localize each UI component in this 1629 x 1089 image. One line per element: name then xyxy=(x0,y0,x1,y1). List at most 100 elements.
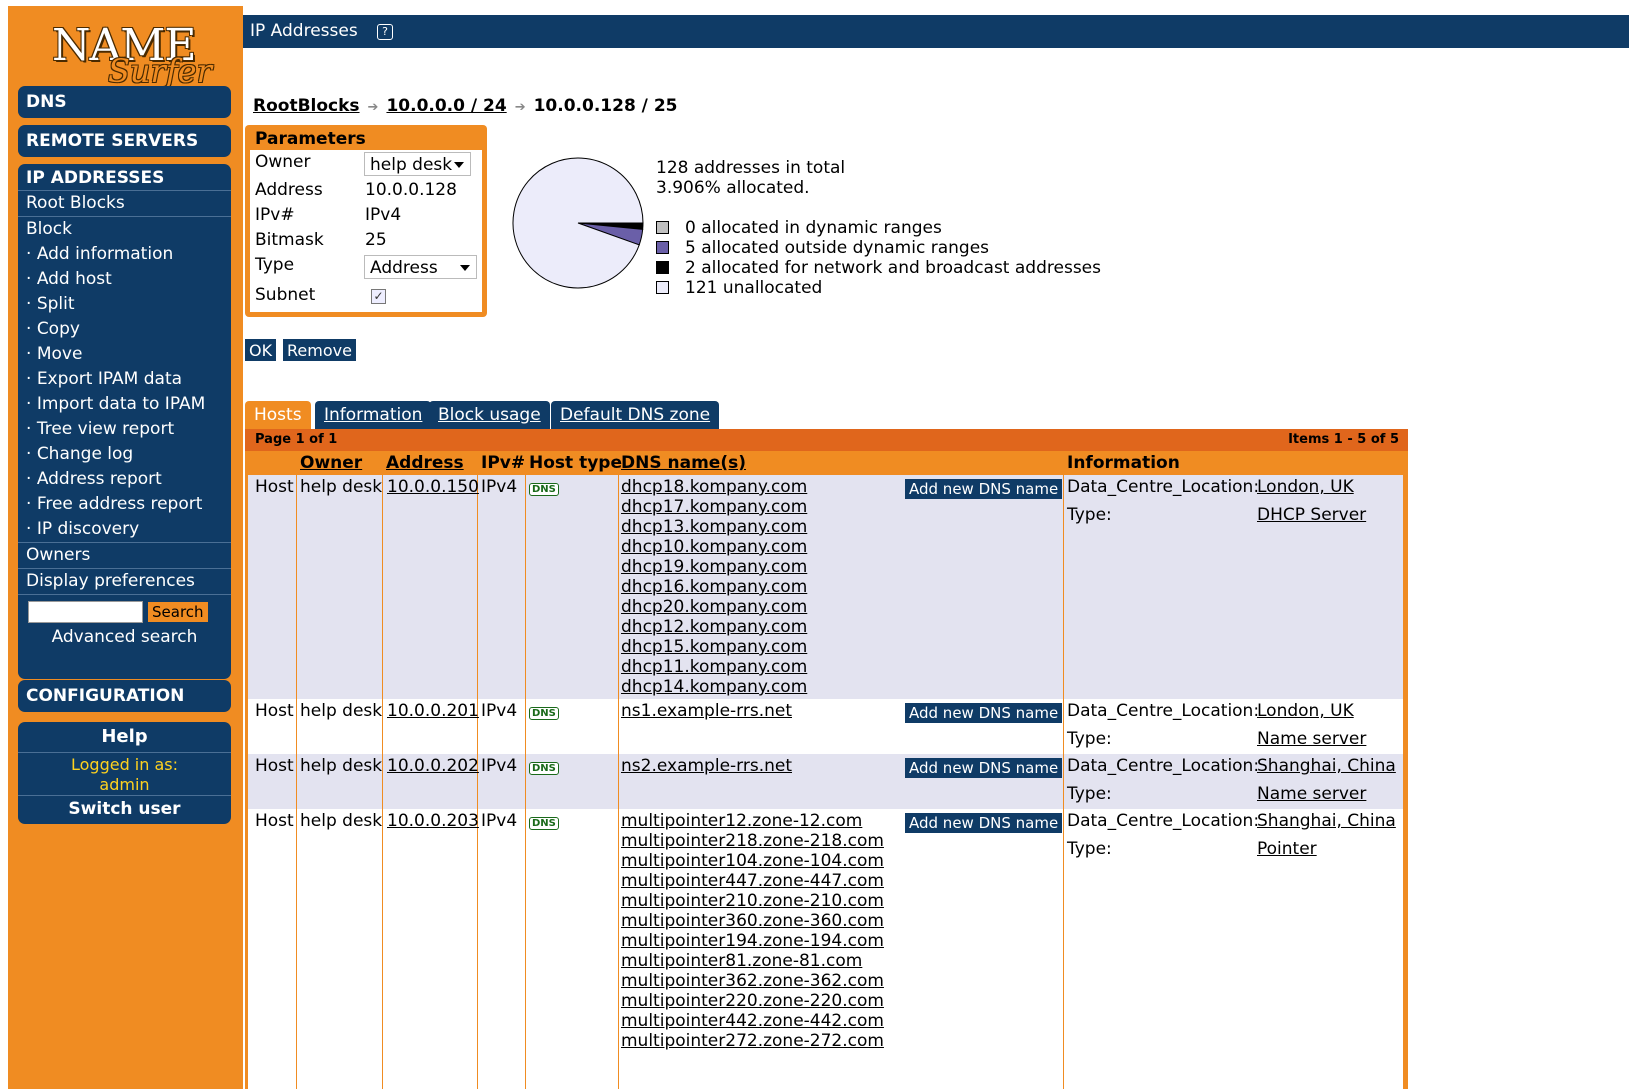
sidebar-subitem-export-ipam-data[interactable]: Export IPAM data xyxy=(18,367,231,392)
info-value-link[interactable]: DHCP Server xyxy=(1257,505,1366,525)
sidebar-subitem-change-log[interactable]: Change log xyxy=(18,442,231,467)
sidebar-item-display-preferences[interactable]: Display preferences xyxy=(18,568,231,594)
sidebar-subitem-add-information[interactable]: Add information xyxy=(18,242,231,267)
column-header-owner[interactable]: Owner xyxy=(300,451,362,475)
column-divider xyxy=(296,699,297,754)
dns-name-link[interactable]: dhcp10.kompany.com xyxy=(621,537,807,557)
remove-button[interactable]: Remove xyxy=(283,339,356,361)
help-link[interactable]: Help xyxy=(18,722,231,753)
host-ipv: IPv4 xyxy=(481,701,518,721)
dns-name-link[interactable]: dhcp15.kompany.com xyxy=(621,637,807,657)
sidebar-item-owners[interactable]: Owners xyxy=(18,542,231,568)
breadcrumb-parent-block[interactable]: 10.0.0.0 / 24 xyxy=(386,96,506,116)
owner-select-value: help desk xyxy=(370,155,453,175)
add-dns-name-button[interactable]: Add new DNS name xyxy=(905,758,1063,778)
dns-name-link[interactable]: dhcp13.kompany.com xyxy=(621,517,807,537)
sidebar-item-root-blocks[interactable]: Root Blocks xyxy=(18,190,231,216)
tab-block-usage[interactable]: Block usage xyxy=(429,401,550,429)
info-value-link[interactable]: Name server xyxy=(1257,729,1366,749)
dns-name-link[interactable]: multipointer442.zone-442.com xyxy=(621,1011,884,1031)
help-icon[interactable]: ? xyxy=(377,24,394,40)
dns-name-link[interactable]: multipointer218.zone-218.com xyxy=(621,831,884,851)
dns-name-link[interactable]: dhcp17.kompany.com xyxy=(621,497,807,517)
owner-select[interactable]: help desk xyxy=(364,152,471,176)
tab-default-dns-zone[interactable]: Default DNS zone xyxy=(551,401,720,429)
host-owner: help desk xyxy=(300,811,383,831)
sidebar-item-block[interactable]: Block xyxy=(18,216,231,242)
host-address-link[interactable]: 10.0.0.203 xyxy=(387,811,479,831)
dns-name-link[interactable]: dhcp11.kompany.com xyxy=(621,657,807,677)
column-header-dns-names[interactable]: DNS name(s) xyxy=(621,451,746,475)
dns-name-link[interactable]: multipointer272.zone-272.com xyxy=(621,1031,884,1051)
logged-in-label: Logged in as: xyxy=(70,755,179,774)
dns-name-link[interactable]: multipointer12.zone-12.com xyxy=(621,811,884,831)
dns-name-link[interactable]: multipointer210.zone-210.com xyxy=(621,891,884,911)
column-divider xyxy=(382,699,383,754)
info-value-link[interactable]: Shanghai, China xyxy=(1257,756,1396,776)
dns-name-link[interactable]: multipointer360.zone-360.com xyxy=(621,911,884,931)
dns-name-link[interactable]: dhcp12.kompany.com xyxy=(621,617,807,637)
logo-word-surfer: Surfer xyxy=(108,52,212,90)
search-input[interactable] xyxy=(28,601,143,623)
dns-name-link[interactable]: multipointer104.zone-104.com xyxy=(621,851,884,871)
add-dns-name-button[interactable]: Add new DNS name xyxy=(905,813,1063,833)
column-header-address[interactable]: Address xyxy=(386,451,464,475)
sidebar-subitem-address-report[interactable]: Address report xyxy=(18,467,231,492)
tab-hosts[interactable]: Hosts xyxy=(245,401,311,429)
info-value-link[interactable]: London, UK xyxy=(1257,477,1354,497)
dns-name-link[interactable]: dhcp19.kompany.com xyxy=(621,557,807,577)
host-address-link[interactable]: 10.0.0.202 xyxy=(387,756,479,776)
dns-name-link[interactable]: ns2.example-rrs.net xyxy=(621,756,792,776)
subnet-checkbox[interactable]: ✓ xyxy=(371,289,386,304)
info-value-link[interactable]: Shanghai, China xyxy=(1257,811,1396,831)
breadcrumb-current-block: 10.0.0.128 / 25 xyxy=(533,96,678,116)
sidebar-subitem-tree-view-report[interactable]: Tree view report xyxy=(18,417,231,442)
dns-name-link[interactable]: multipointer81.zone-81.com xyxy=(621,951,884,971)
dns-name-link[interactable]: ns1.example-rrs.net xyxy=(621,701,792,721)
dns-name-link[interactable]: dhcp16.kompany.com xyxy=(621,577,807,597)
sidebar-subitem-split[interactable]: Split xyxy=(18,292,231,317)
dns-name-link[interactable]: dhcp14.kompany.com xyxy=(621,677,807,697)
nav-remote-servers[interactable]: REMOTE SERVERS xyxy=(18,125,231,157)
namesurfer-logo[interactable]: NAME Surfer xyxy=(48,18,213,90)
add-dns-name-button[interactable]: Add new DNS name xyxy=(905,479,1063,499)
ipv-value: IPv4 xyxy=(365,205,402,225)
info-value-link[interactable]: London, UK xyxy=(1257,701,1354,721)
pagination-bar: Page 1 of 1 Items 1 - 5 of 5 xyxy=(245,429,1408,451)
sidebar-subitem-add-host[interactable]: Add host xyxy=(18,267,231,292)
table-row: Host help desk 10.0.0.201 IPv4 DNS ns1.exampl… xyxy=(248,699,1403,754)
info-value-link[interactable]: Pointer xyxy=(1257,839,1317,859)
host-kind: Host xyxy=(255,701,294,721)
sidebar-subitem-ip-discovery[interactable]: IP discovery xyxy=(18,517,231,542)
legend-item: 2 allocated for network and broadcast ad… xyxy=(656,258,1101,278)
type-select[interactable]: Address xyxy=(364,255,477,279)
dns-name-link[interactable]: multipointer194.zone-194.com xyxy=(621,931,884,951)
search-button[interactable]: Search xyxy=(147,601,209,623)
host-owner: help desk xyxy=(300,701,383,721)
breadcrumb-rootblocks[interactable]: RootBlocks xyxy=(253,96,360,116)
sidebar-subitem-free-address-report[interactable]: Free address report xyxy=(18,492,231,517)
column-header-information: Information xyxy=(1067,453,1180,473)
tab-information[interactable]: Information xyxy=(315,401,432,429)
sidebar-subitem-move[interactable]: Move xyxy=(18,342,231,367)
chevron-down-icon xyxy=(454,162,464,168)
nav-configuration[interactable]: CONFIGURATION xyxy=(18,680,231,712)
dns-name-link[interactable]: multipointer362.zone-362.com xyxy=(621,971,884,991)
dns-name-link[interactable]: dhcp20.kompany.com xyxy=(621,597,807,617)
dns-name-link[interactable]: multipointer220.zone-220.com xyxy=(621,991,884,1011)
switch-user-link[interactable]: Switch user xyxy=(18,795,231,824)
sidebar-subitem-copy[interactable]: Copy xyxy=(18,317,231,342)
add-dns-name-button[interactable]: Add new DNS name xyxy=(905,703,1063,723)
host-address-link[interactable]: 10.0.0.201 xyxy=(387,701,479,721)
page-title: IP Addresses xyxy=(250,21,358,41)
info-value-link[interactable]: Name server xyxy=(1257,784,1366,804)
sidebar-subitem-import-data-to-ipam[interactable]: Import data to IPAM xyxy=(18,392,231,417)
ok-button[interactable]: OK xyxy=(245,339,277,361)
column-divider xyxy=(1063,475,1064,699)
advanced-search-link[interactable]: Advanced search xyxy=(28,627,221,647)
nav-dns[interactable]: DNS xyxy=(18,86,231,118)
nav-ip-addresses[interactable]: IP ADDRESSES xyxy=(18,164,231,190)
host-address-link[interactable]: 10.0.0.150 xyxy=(387,477,479,497)
dns-name-link[interactable]: multipointer447.zone-447.com xyxy=(621,871,884,891)
dns-name-link[interactable]: dhcp18.kompany.com xyxy=(621,477,807,497)
